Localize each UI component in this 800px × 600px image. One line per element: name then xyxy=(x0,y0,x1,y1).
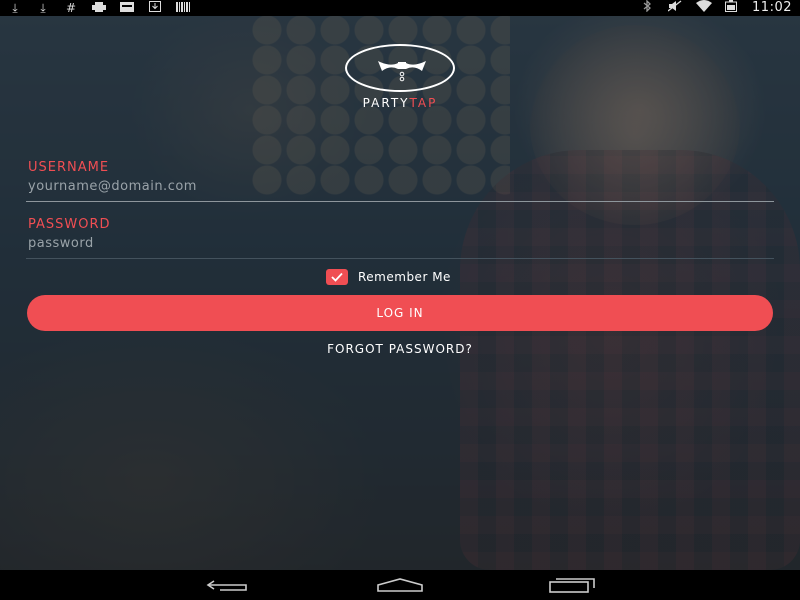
back-button[interactable] xyxy=(198,574,258,596)
download-icon: ⤓ xyxy=(12,1,18,15)
barcode-icon xyxy=(176,0,190,16)
password-label: PASSWORD xyxy=(28,217,111,232)
home-icon xyxy=(377,578,423,592)
printer-icon xyxy=(92,0,106,16)
status-right-icons: 11:02 xyxy=(640,0,792,16)
navigation-bar xyxy=(0,570,800,600)
status-left-icons: ⤓ ⤓ # xyxy=(8,0,190,16)
battery-icon xyxy=(724,0,738,16)
login-button[interactable]: LOG IN xyxy=(27,295,773,331)
recents-icon xyxy=(549,578,595,593)
password-input[interactable] xyxy=(26,232,774,254)
recents-button[interactable] xyxy=(542,574,602,596)
bluetooth-icon xyxy=(640,0,654,16)
checkmark-icon xyxy=(331,272,343,282)
status-clock: 11:02 xyxy=(752,0,792,15)
home-button[interactable] xyxy=(370,574,430,596)
forgot-password-link[interactable]: FORGOT PASSWORD? xyxy=(0,342,800,356)
login-screen: ⤓ ⤓ # 11:02 PARTYTAP USERNAME yourname@d… xyxy=(0,0,800,600)
remember-me-label: Remember Me xyxy=(358,270,451,284)
back-icon xyxy=(206,580,247,591)
save-icon xyxy=(148,0,162,16)
mute-icon xyxy=(667,0,682,16)
username-label: USERNAME xyxy=(28,160,110,175)
username-underline xyxy=(26,201,774,202)
card-icon xyxy=(120,0,134,16)
password-underline xyxy=(26,258,774,259)
remember-me-toggle[interactable]: Remember Me xyxy=(326,268,451,286)
hash-icon: # xyxy=(65,1,77,15)
status-bar: ⤓ ⤓ # 11:02 xyxy=(0,0,800,16)
download-icon: ⤓ xyxy=(40,1,46,15)
remember-me-checkbox[interactable] xyxy=(326,269,348,285)
wifi-icon xyxy=(696,0,713,16)
username-input[interactable] xyxy=(26,175,774,197)
login-form: USERNAME PASSWORD Remember Me LOG IN FOR… xyxy=(0,0,800,600)
